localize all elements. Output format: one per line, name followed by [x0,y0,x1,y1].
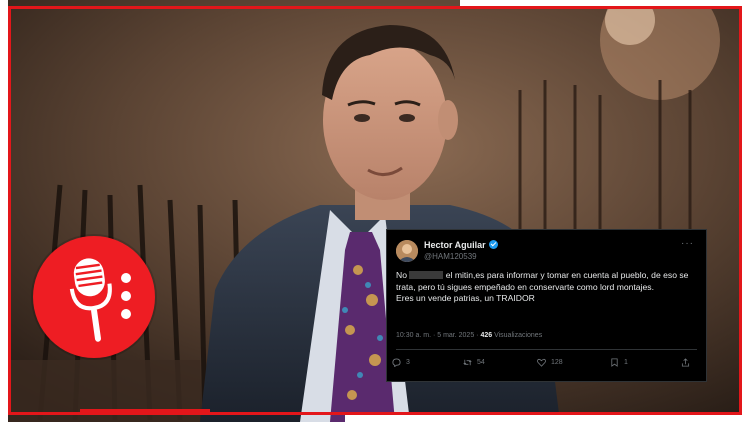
bookmark-button[interactable]: 1 [610,358,628,367]
tweet-text-line2: Eres un vende patrias, un TRAIDOR [396,293,535,304]
tweet-text: No el mitin,es para informar y tomar en … [396,270,696,305]
bottom-white-bar [345,415,750,422]
like-icon [537,358,546,367]
top-white-bar [460,0,750,6]
retweet-button[interactable]: 54 [463,358,485,367]
more-icon[interactable]: ··· [681,238,694,249]
bookmark-icon [611,358,618,367]
tweet-text-start: No [396,270,407,280]
tweet-actions: 3 54 128 1 [387,358,706,372]
reply-icon [392,358,401,367]
microphone-icon [69,258,131,342]
avatar[interactable] [396,240,418,262]
tweet-card: Hector Aguilar @HAM120539 ··· No el miti… [386,229,707,382]
redaction-block [409,271,444,279]
tweet-meta: 10:30 a. m. · 5 mar. 2025 · 426 Visualiz… [396,332,542,339]
like-button[interactable]: 128 [537,358,563,367]
reply-count: 3 [406,359,410,366]
author-name-text[interactable]: Hector Aguilar [424,240,486,250]
like-count: 128 [551,359,563,366]
tweet-timestamp[interactable]: 10:30 a. m. · 5 mar. 2025 · [396,332,480,339]
divider [396,349,697,350]
retweet-icon [463,359,472,366]
reply-button[interactable]: 3 [392,358,410,367]
left-white-bar [0,0,8,422]
verified-badge-icon [488,240,498,249]
video-frame: Hector Aguilar @HAM120539 ··· No el miti… [0,0,750,422]
podcast-logo [33,236,155,358]
views-label: Visualizaciones [492,332,543,339]
retweet-count: 54 [477,359,485,366]
share-button[interactable] [681,358,690,367]
views-count: 426 [480,332,493,339]
author-name[interactable]: Hector Aguilar [424,240,498,250]
author-handle[interactable]: @HAM120539 [424,252,477,261]
right-white-bar [742,0,750,422]
bookmark-count: 1 [624,359,628,366]
bottom-red-accent [80,409,210,412]
share-icon [681,358,690,367]
